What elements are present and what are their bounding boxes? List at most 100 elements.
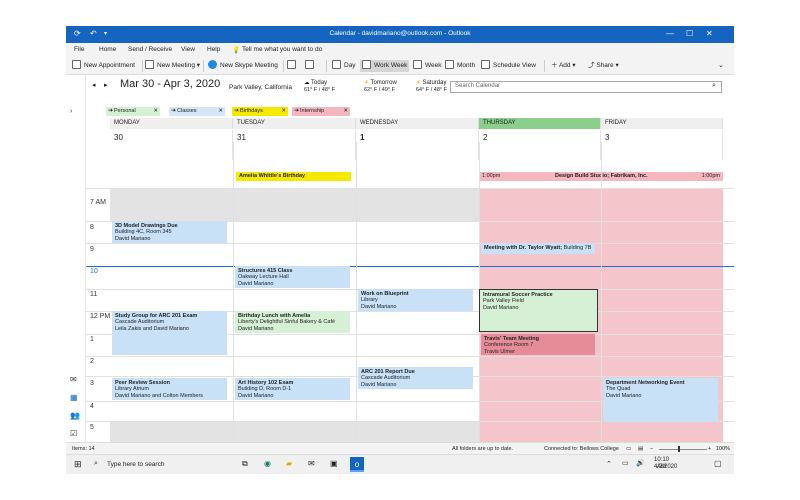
minimize-icon[interactable]: — — [666, 28, 674, 40]
store-icon[interactable]: ▣ — [330, 459, 338, 468]
event-study-group[interactable]: Study Group for ARC 201 Exam Cascade Audi… — [112, 311, 227, 355]
work-week-icon — [362, 60, 371, 69]
new-appointment-button[interactable]: New Appointment — [72, 60, 135, 72]
zoom-in-icon[interactable]: + — [708, 446, 711, 452]
add-button[interactable]: ＋ Add ▾ — [551, 60, 576, 72]
week-view-button[interactable]: Week — [413, 60, 442, 72]
day-header-wednesday[interactable]: WEDNESDAY — [356, 118, 479, 129]
remove-icon[interactable]: ✕ — [343, 107, 348, 116]
day-header-monday[interactable]: MONDAY — [110, 118, 233, 129]
expand-icon[interactable]: › — [70, 108, 72, 115]
day-number-tuesday[interactable]: 31 — [233, 130, 356, 160]
new-meeting-button[interactable]: New Meeting ▾ — [145, 60, 200, 72]
title-bar: ⟳ ↶ ▾ Calendar - davidmariano@outlook.co… — [66, 26, 734, 43]
menu-view[interactable]: View — [181, 46, 195, 53]
day-view-button[interactable]: Day — [332, 60, 356, 72]
schedule-icon — [481, 60, 490, 69]
taskbar-search[interactable]: Type here to search — [107, 461, 164, 468]
notifications-icon[interactable]: ▢ — [714, 459, 722, 468]
close-icon[interactable]: ✕ — [706, 28, 713, 40]
event-structures-415[interactable]: Structures 415 Class Oakway Lecture Hall D… — [235, 266, 350, 288]
remove-icon[interactable]: ✕ — [153, 107, 158, 116]
normal-view-icon[interactable]: ▭ — [626, 446, 631, 452]
taskbar: ⊞ ⌕ Type here to search ⧉ ◉ ▰ ✉ ▣ o ⌃ ▭ … — [66, 454, 734, 474]
event-department-networking[interactable]: Department Networking Event The Quad David… — [603, 378, 718, 422]
schedule-view-button[interactable]: Schedule View — [481, 60, 536, 72]
day-number-thursday[interactable]: 2 — [479, 130, 601, 160]
hour-label: 9 — [90, 246, 94, 253]
day-header-thursday[interactable]: THURSDAY — [479, 118, 601, 129]
ribbon-collapse-icon[interactable]: ⌄ — [718, 60, 724, 72]
remove-icon[interactable]: ✕ — [281, 107, 286, 116]
hour-label: 7 AM — [90, 199, 106, 206]
event-peer-review[interactable]: Peer Review Session Library Atrium David M… — [112, 378, 227, 400]
task-view-icon[interactable]: ⧉ — [242, 459, 248, 469]
search-icon[interactable]: ⌕ — [712, 82, 716, 90]
network-icon[interactable]: ▭ — [622, 459, 629, 467]
event-travis-team-meeting[interactable]: Travis' Team Meeting Conference Room 7 Tra… — [481, 334, 595, 355]
event-arc-201-report[interactable]: ARC 201 Report Due Cascade Auditorium Davi… — [358, 367, 473, 389]
weather-saturday: ☀ Saturday 64° F / 48° F — [416, 80, 447, 93]
tell-me-box[interactable]: Tell me what you want to do — [242, 46, 322, 53]
previous-icon[interactable]: ◂ — [92, 81, 96, 89]
event-meeting-dr-wyatt[interactable]: Meeting with Dr. Taylor Wyatt; Building … — [481, 243, 595, 254]
remove-icon[interactable]: ✕ — [218, 107, 223, 116]
edge-icon[interactable]: ◉ — [264, 459, 271, 468]
event-birthday-lunch[interactable]: Birthday Lunch with Amelia Liberty's Deli… — [235, 311, 350, 333]
maximize-icon[interactable]: ☐ — [686, 28, 693, 40]
search-icon[interactable]: ⌕ — [94, 460, 98, 468]
next-days-icon[interactable] — [305, 60, 317, 72]
mail-app-icon[interactable]: ✉ — [308, 459, 315, 468]
arrow-icon: ➔ — [234, 108, 240, 114]
date-range: Mar 30 - Apr 3, 2020 — [120, 78, 221, 90]
tray-up-icon[interactable]: ⌃ — [606, 460, 612, 468]
month-icon — [445, 60, 454, 69]
tasks-icon[interactable]: ☑ — [70, 429, 77, 438]
category-birthdays[interactable]: ➔ Birthdays ✕ — [232, 107, 288, 116]
hour-label: 2 — [90, 358, 94, 365]
location[interactable]: Park Valley, California — [229, 84, 292, 91]
day-header-friday[interactable]: FRIDAY — [601, 118, 723, 129]
window-title: Calendar - davidmariano@outlook.com - Ou… — [329, 30, 471, 37]
people-icon[interactable]: 👥 — [70, 411, 80, 420]
event-art-history-102[interactable]: Art History 102 Exam Building D, Room D-1… — [235, 378, 350, 400]
next-icon[interactable]: ▸ — [104, 81, 108, 89]
menu-send-receive[interactable]: Send / Receive — [128, 46, 172, 53]
zoom-out-icon[interactable]: − — [650, 446, 653, 452]
zoom-slider[interactable] — [659, 449, 707, 450]
hour-label: 12 PM — [90, 313, 111, 320]
day-number-friday[interactable]: 3 — [601, 130, 723, 160]
event-work-on-blueprint[interactable]: Work on Blueprint Library David Mariano — [358, 289, 473, 311]
event-amelia-birthday[interactable]: Amelia Whittle's Birthday — [236, 172, 351, 181]
event-3d-model-drawings[interactable]: 3D Model Drawings Due Building 4C, Room 3… — [112, 221, 227, 243]
windows-start-icon[interactable]: ⊞ — [74, 459, 82, 470]
day-number-monday[interactable]: 30 — [110, 130, 233, 160]
menu-file[interactable]: File — [74, 46, 84, 53]
day-number-wednesday[interactable]: 1 — [356, 130, 479, 160]
category-personal[interactable]: ➔ Personal ✕ — [106, 107, 160, 116]
category-internship[interactable]: ➔ Internship ✕ — [292, 107, 350, 116]
volume-icon[interactable]: 🔊 — [636, 459, 645, 467]
calendar-icon — [72, 60, 81, 69]
menu-home[interactable]: Home — [99, 46, 116, 53]
category-classes[interactable]: ➔ Classes ✕ — [169, 107, 225, 116]
day-header-tuesday[interactable]: TUESDAY — [233, 118, 356, 129]
event-intramural-soccer[interactable]: Intramural Soccer Practice Park Valley Fi… — [479, 289, 598, 332]
today-icon[interactable] — [287, 60, 299, 72]
file-explorer-icon[interactable]: ▰ — [286, 459, 292, 468]
month-view-button[interactable]: Month — [445, 60, 475, 72]
menu-help[interactable]: Help — [207, 46, 220, 53]
share-button[interactable]: ⤴ Share ▾ — [588, 60, 619, 72]
mail-icon[interactable]: ✉ — [70, 375, 77, 384]
connection-status: Connected to: Bellows College — [544, 446, 619, 452]
new-skype-meeting-button[interactable]: New Skype Meeting — [208, 60, 278, 72]
calendar-nav-icon[interactable]: ▦ — [70, 393, 78, 402]
work-week-view-button[interactable]: Work Week — [360, 60, 410, 72]
zoom-level[interactable]: 100% — [716, 446, 730, 452]
reading-view-icon[interactable]: ▤ — [638, 446, 643, 452]
items-count: Items: 14 — [72, 446, 95, 452]
zoom-thumb[interactable] — [678, 446, 680, 452]
outlook-app-icon[interactable]: o — [350, 457, 364, 472]
search-calendar-input[interactable]: Search Calendar — [450, 81, 722, 93]
sun-icon: ☀ — [416, 80, 421, 86]
